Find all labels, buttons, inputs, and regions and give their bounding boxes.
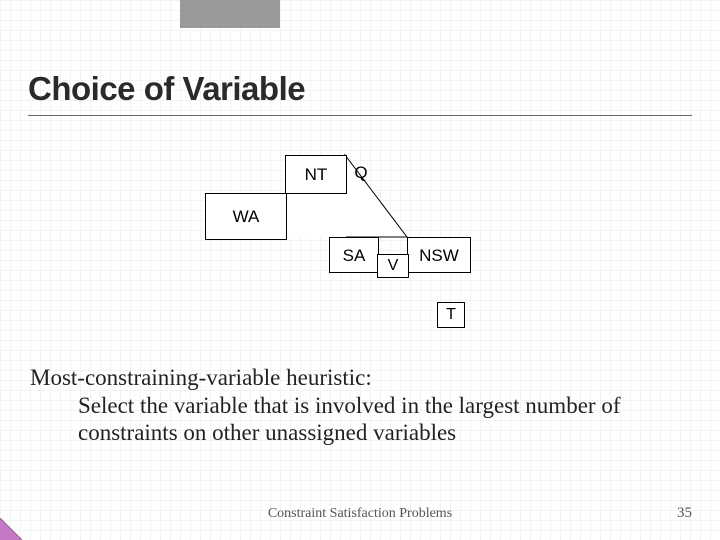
- region-t: T: [437, 302, 465, 328]
- region-sa-label: SA: [330, 238, 378, 272]
- region-nsw: NSW: [407, 237, 471, 273]
- region-t-label: T: [438, 303, 464, 327]
- slide-title: Choice of Variable: [28, 72, 692, 116]
- region-v: V: [377, 254, 409, 278]
- region-q-label: Q: [346, 163, 376, 183]
- region-wa: WA: [205, 193, 287, 240]
- body-lead: Most-constraining-variable heuristic:: [30, 365, 372, 390]
- body-paragraph: Most-constraining-variable heuristic: Se…: [30, 364, 690, 447]
- region-nt: NT: [285, 155, 347, 194]
- region-nsw-label: NSW: [408, 238, 470, 272]
- region-nt-label: NT: [286, 156, 346, 193]
- corner-fold-icon: [0, 518, 22, 540]
- footer-text: Constraint Satisfaction Problems: [0, 506, 720, 522]
- region-v-label: V: [378, 255, 408, 277]
- title-accent-bar: [180, 0, 280, 28]
- region-nt-lower: [286, 193, 346, 237]
- region-sa: SA: [329, 237, 379, 273]
- page-number: 35: [677, 505, 692, 522]
- region-wa-label: WA: [206, 194, 286, 239]
- body-rest: Select the variable that is involved in …: [30, 392, 690, 447]
